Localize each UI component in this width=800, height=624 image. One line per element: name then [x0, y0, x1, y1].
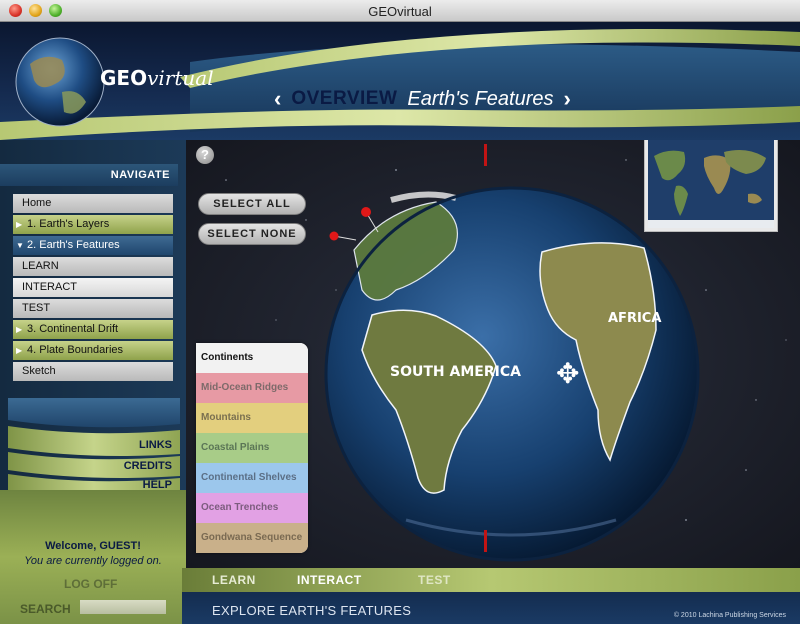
move-icon[interactable]: ✥	[556, 357, 579, 390]
layer-gondwana-sequence[interactable]: Gondwana Sequence	[196, 523, 308, 553]
world-map-thumbnail	[648, 140, 774, 228]
africa-label: AFRICA	[608, 311, 661, 326]
navigate-header: NAVIGATE	[0, 164, 178, 186]
select-none-button[interactable]: SELECT NONE	[198, 223, 306, 245]
layer-mountains[interactable]: Mountains	[196, 403, 308, 433]
nav-item-label: 2. Earth's Features	[27, 239, 120, 251]
layer-continents[interactable]: Continents	[196, 343, 308, 373]
nav-item-earths-layers[interactable]: ▶ 1. Earth's Layers	[13, 215, 173, 234]
layer-continental-shelves[interactable]: Continental Shelves	[196, 463, 308, 493]
world-minimap[interactable]	[644, 140, 778, 232]
nav-item-label: 4. Plate Boundaries	[27, 344, 124, 356]
tab-interact[interactable]: INTERACT	[297, 573, 362, 587]
nav-item-home[interactable]: Home	[13, 194, 173, 213]
window-titlebar: GEOvirtual	[0, 0, 800, 22]
nav-item-continental-drift[interactable]: ▶ 3. Continental Drift	[13, 320, 173, 339]
next-section-button[interactable]: ›	[564, 86, 571, 112]
nav-item-label: Home	[22, 197, 52, 209]
credits-link[interactable]: CREDITS	[124, 460, 172, 472]
user-panel: Welcome, GUEST! You are currently logged…	[0, 490, 186, 624]
layer-mid-ocean-ridges[interactable]: Mid-Ocean Ridges	[196, 373, 308, 403]
nav-item-earths-features[interactable]: ▼ 2. Earth's Features	[13, 236, 173, 255]
pin-marker-icon[interactable]	[329, 231, 339, 241]
nav-item-label: 3. Continental Drift	[27, 323, 119, 335]
page-title: Earth's Features	[407, 87, 554, 110]
mode-tabs: LEARN INTERACT TEST	[182, 568, 800, 592]
expand-arrow-icon: ▶	[16, 325, 23, 334]
tab-learn[interactable]: LEARN	[212, 573, 256, 587]
logged-on-text: You are currently logged on.	[24, 555, 162, 567]
main-content: SOUTH AMERICA AFRICA ✥ ? SELECT ALL SELE…	[186, 140, 800, 570]
nav-item-label: TEST	[22, 302, 51, 314]
nav-item-plate-boundaries[interactable]: ▶ 4. Plate Boundaries	[13, 341, 173, 360]
window-title: GEOvirtual	[368, 4, 432, 19]
nav-item-label: LEARN	[22, 260, 59, 272]
links-link[interactable]: LINKS	[139, 439, 172, 451]
section-title: ‹ OVERVIEW Earth's Features ›	[274, 84, 571, 114]
help-icon[interactable]: ?	[196, 146, 214, 164]
search-input[interactable]	[80, 600, 166, 614]
feature-layers-panel: Continents Mid-Ocean Ridges Mountains Co…	[196, 343, 308, 553]
nav-item-interact[interactable]: INTERACT	[13, 278, 173, 297]
nav-item-learn[interactable]: LEARN	[13, 257, 173, 276]
expand-arrow-icon: ▶	[16, 220, 23, 229]
north-pole-marker	[484, 144, 487, 166]
welcome-text: Welcome, GUEST!	[45, 540, 141, 552]
nav-item-sketch[interactable]: Sketch	[13, 362, 173, 381]
nav-item-label: Sketch	[22, 365, 56, 377]
search-label: SEARCH	[20, 602, 71, 616]
layer-ocean-trenches[interactable]: Ocean Trenches	[196, 493, 308, 523]
copyright-text: © 2010 Lachina Publishing Services	[673, 612, 786, 619]
nav-item-label: INTERACT	[22, 281, 77, 293]
explore-caption: EXPLORE EARTH'S FEATURES	[212, 603, 412, 618]
nav-list: Home ▶ 1. Earth's Layers ▼ 2. Earth's Feat…	[13, 194, 173, 383]
layer-coastal-plains[interactable]: Coastal Plains	[196, 433, 308, 463]
expand-arrow-icon: ▶	[16, 346, 23, 355]
bottom-bar: LEARN INTERACT TEST EXPLORE EARTH'S FEAT…	[182, 568, 800, 624]
app-logo: GEOvirtual	[100, 66, 214, 90]
tab-test[interactable]: TEST	[418, 573, 451, 587]
previous-section-button[interactable]: ‹	[274, 86, 281, 112]
select-all-button[interactable]: SELECT ALL	[198, 193, 306, 215]
log-off-button[interactable]: LOG OFF	[64, 577, 117, 591]
sidebar: NAVIGATE Home ▶ 1. Earth's Layers ▼ 2. Ear…	[0, 140, 186, 624]
app-header: GEOvirtual ‹ OVERVIEW Earth's Features ›	[0, 22, 800, 140]
nav-item-label: 1. Earth's Layers	[27, 218, 110, 230]
collapse-arrow-icon: ▼	[16, 241, 24, 250]
overview-label: OVERVIEW	[291, 88, 398, 109]
logo-virtual-text: virtual	[147, 66, 214, 90]
south-pole-marker	[484, 530, 487, 552]
pin-marker-icon[interactable]	[361, 207, 371, 217]
logo-geo-text: GEO	[100, 66, 148, 90]
south-america-label: SOUTH AMERICA	[390, 364, 521, 380]
nav-item-test[interactable]: TEST	[13, 299, 173, 318]
